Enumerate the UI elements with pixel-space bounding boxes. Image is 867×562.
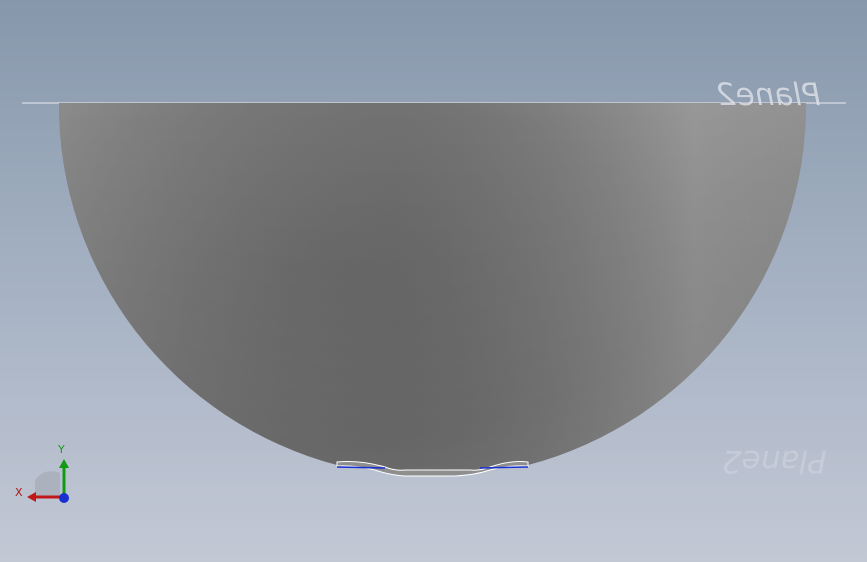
- selected-edge-left[interactable]: [336, 466, 386, 469]
- plane-top-label[interactable]: Plane2: [716, 77, 821, 113]
- plane-bottom-label[interactable]: Plane2: [722, 443, 827, 479]
- orientation-triad-icon: [27, 459, 69, 503]
- selected-edge-right[interactable]: [479, 466, 529, 469]
- x-axis-label: X: [15, 486, 23, 499]
- hemisphere-body[interactable]: [58, 103, 807, 474]
- y-axis-label: Y: [58, 443, 65, 456]
- model-viewport[interactable]: Plane2 Plane2 Y X: [0, 0, 867, 562]
